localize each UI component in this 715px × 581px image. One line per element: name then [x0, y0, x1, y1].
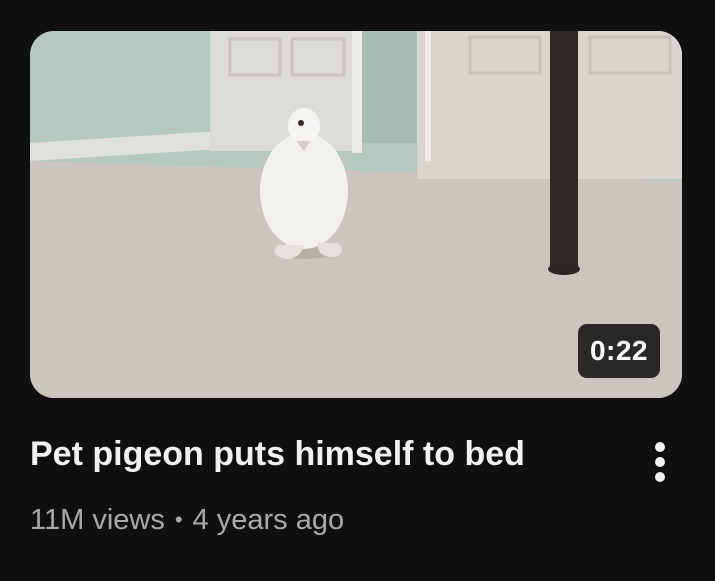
menu-dot — [655, 442, 665, 452]
menu-dot — [655, 457, 665, 467]
duration-badge: 0:22 — [577, 324, 660, 378]
video-metadata: 11M views • 4 years ago — [30, 500, 344, 540]
video-card: 0:22 Pet pigeon puts himself to bed 11M … — [0, 0, 715, 581]
more-vert-icon[interactable] — [640, 436, 680, 488]
meta-separator: • — [174, 507, 183, 532]
upload-age: 4 years ago — [192, 504, 345, 536]
view-count: 11M views — [30, 504, 165, 536]
menu-dot — [655, 472, 665, 482]
video-thumbnail[interactable]: 0:22 — [30, 31, 682, 398]
video-title[interactable]: Pet pigeon puts himself to bed — [30, 432, 610, 476]
